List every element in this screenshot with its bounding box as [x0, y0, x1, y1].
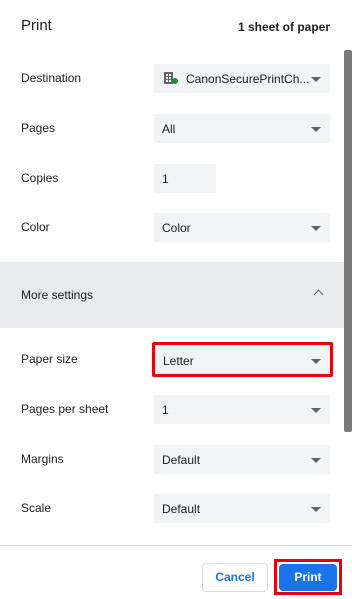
scale-select[interactable]: Default	[154, 494, 330, 523]
scrollbar-thumb[interactable]	[344, 50, 352, 432]
chevron-down-icon	[311, 359, 321, 364]
pages-value: All	[162, 122, 176, 136]
pages-label: Pages	[21, 121, 56, 135]
scale-value: Default	[162, 502, 201, 516]
paper-size-label: Paper size	[21, 352, 78, 366]
sheet-count: 1 sheet of paper	[237, 20, 330, 34]
margins-select[interactable]: Default	[154, 445, 330, 474]
pages-row: Pages All	[0, 109, 344, 149]
destination-label: Destination	[21, 71, 82, 85]
color-row: Color Color	[0, 208, 344, 248]
chevron-down-icon	[311, 507, 321, 512]
print-button[interactable]: Print	[279, 564, 337, 591]
footer-divider	[0, 545, 352, 546]
chevron-down-icon	[311, 458, 321, 463]
cancel-button[interactable]: Cancel	[202, 563, 268, 592]
chevron-down-icon	[311, 408, 321, 413]
pages-per-sheet-select[interactable]: 1	[154, 395, 330, 424]
more-settings-label: More settings	[21, 288, 94, 302]
paper-size-value: Letter	[163, 354, 194, 368]
copies-input[interactable]: 1	[154, 164, 216, 193]
copies-value: 1	[162, 172, 169, 186]
destination-value: CanonSecurePrintCh...	[186, 72, 310, 86]
dialog-title: Print	[21, 17, 52, 34]
print-header: Print 1 sheet of paper	[0, 0, 352, 56]
pages-per-sheet-value: 1	[162, 403, 169, 417]
pages-per-sheet-label: Pages per sheet	[21, 402, 109, 416]
pages-select[interactable]: All	[154, 114, 330, 143]
color-label: Color	[21, 220, 50, 234]
copies-row: Copies 1	[0, 159, 344, 199]
margins-label: Margins	[21, 452, 64, 466]
printer-cloud-icon	[164, 72, 178, 85]
color-select[interactable]: Color	[154, 213, 330, 242]
pages-per-sheet-row: Pages per sheet 1	[0, 390, 344, 430]
paper-size-row: Paper size Letter	[0, 340, 344, 380]
scale-row: Scale Default	[0, 489, 344, 529]
destination-row: Destination CanonSecurePrintCh...	[0, 59, 344, 99]
more-settings-toggle[interactable]: More settings	[0, 262, 344, 328]
paper-size-select[interactable]: Letter	[152, 342, 333, 377]
chevron-down-icon	[311, 127, 321, 132]
chevron-down-icon	[311, 77, 321, 82]
copies-label: Copies	[21, 171, 59, 185]
scale-label: Scale	[21, 501, 52, 515]
margins-value: Default	[162, 453, 201, 467]
color-value: Color	[162, 221, 191, 235]
chevron-up-icon	[313, 289, 324, 300]
destination-select[interactable]: CanonSecurePrintCh...	[154, 64, 330, 93]
margins-row: Margins Default	[0, 440, 344, 480]
chevron-down-icon	[311, 226, 321, 231]
